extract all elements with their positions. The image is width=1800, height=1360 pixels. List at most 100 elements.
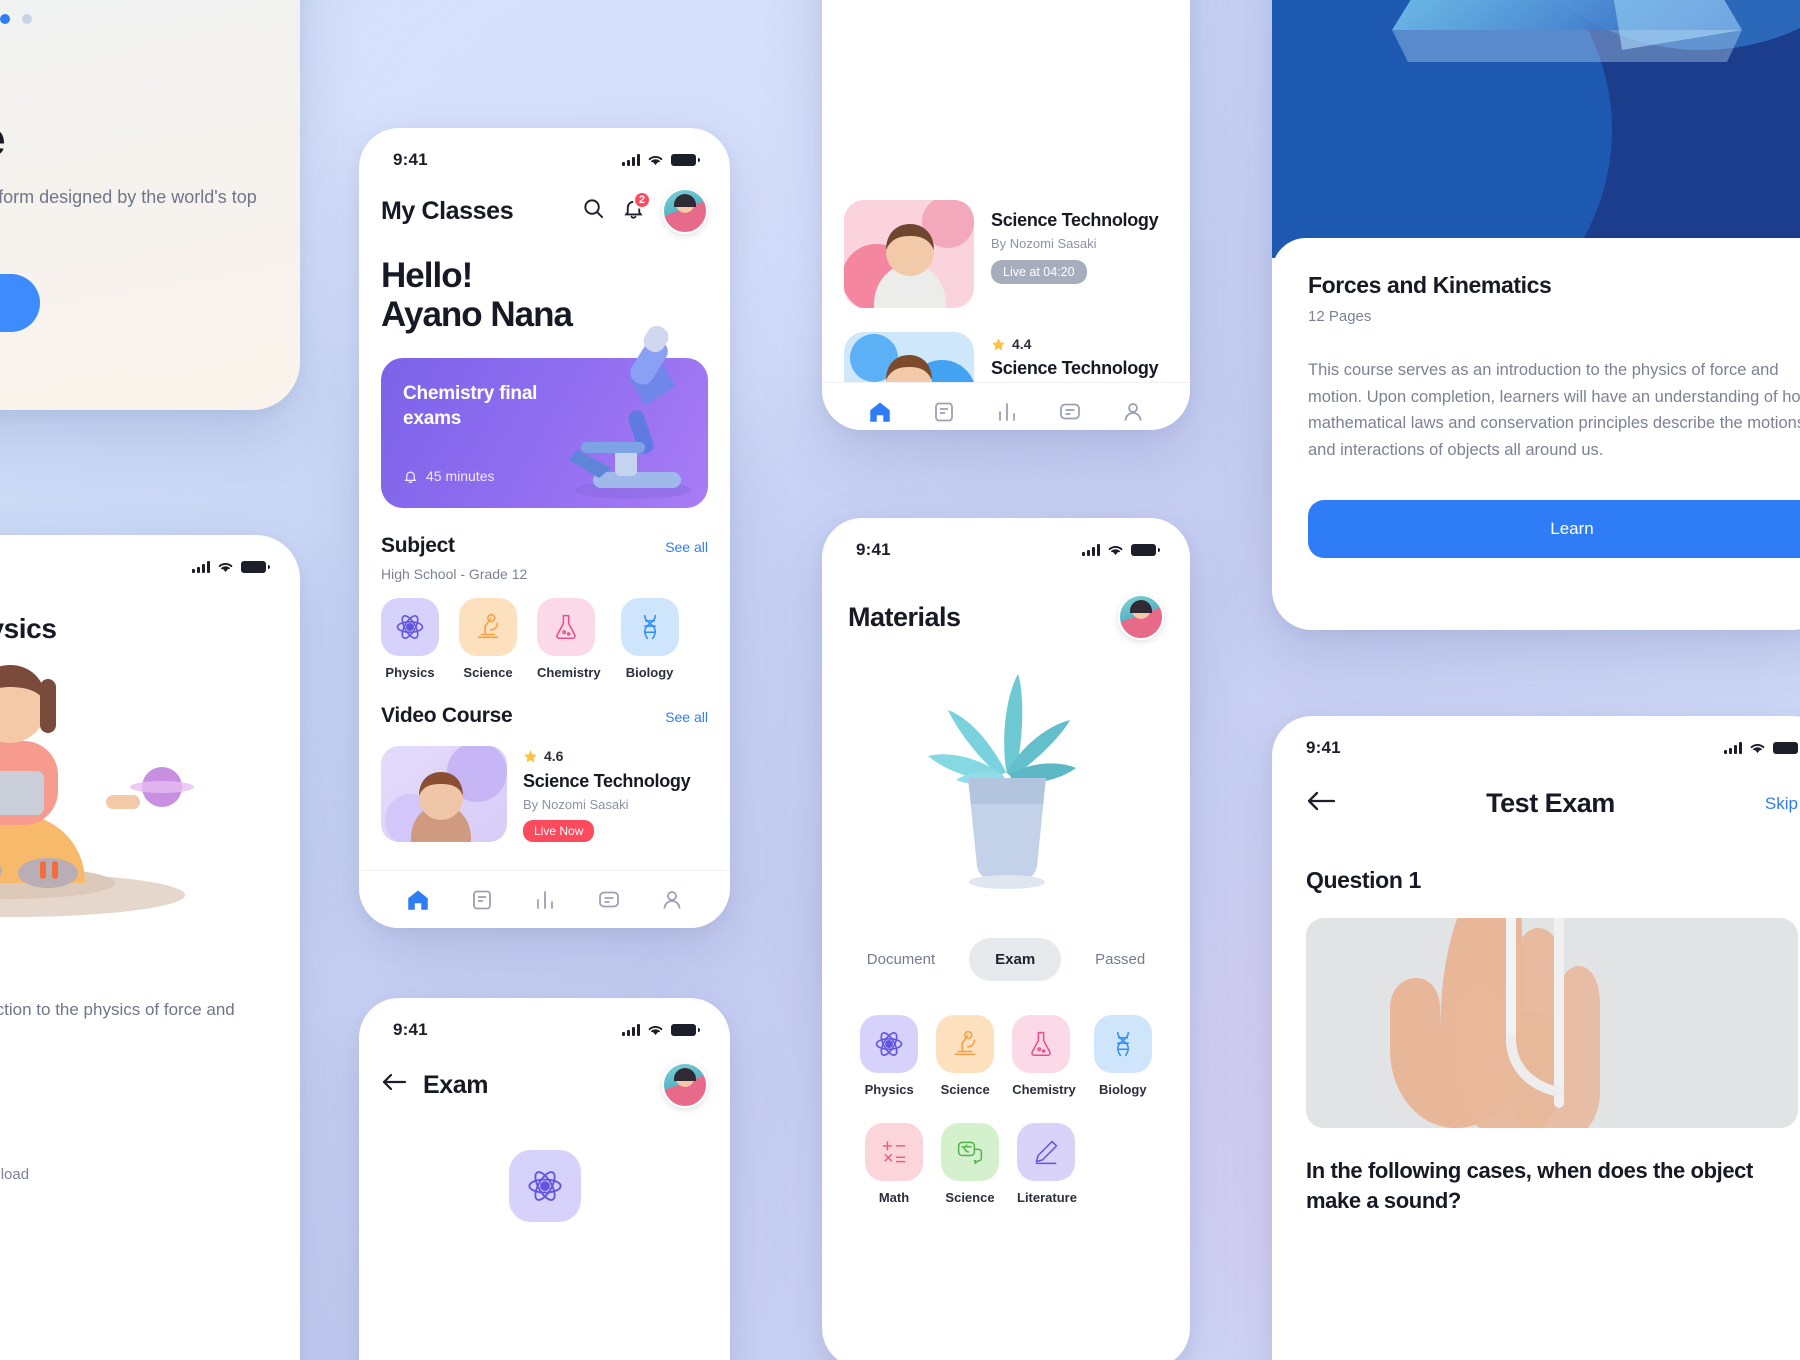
- student-3d-illustration: [0, 665, 194, 917]
- onboarding-title: Bring a fun atmosphere: [0, 66, 260, 164]
- course-title: Science Technology: [991, 358, 1159, 378]
- avatar[interactable]: [662, 188, 708, 234]
- subject-tile-science[interactable]: Science: [459, 598, 517, 680]
- subject-tile-biology[interactable]: Biology: [620, 598, 679, 680]
- subject-see-all[interactable]: See all: [665, 539, 708, 555]
- live-badge: Live Now: [523, 820, 595, 843]
- exam-banner-card[interactable]: Chemistry final exams 45 minutes: [381, 326, 708, 519]
- nav-chart-icon[interactable]: [995, 400, 1019, 429]
- back-arrow-icon[interactable]: [1306, 789, 1336, 818]
- nav-chat-icon[interactable]: [597, 888, 621, 917]
- materials-subject-row-2: Math Science Literature: [822, 1123, 1190, 1205]
- battery-icon: [1773, 742, 1800, 754]
- materials-screen: 9:41 Materials Document Exam Passed Phys…: [822, 518, 1190, 1360]
- detail-title: 15 Chapter + 5 Test Exam: [0, 1209, 260, 1231]
- subject-section: Subject See all High School - Grade 12 P…: [381, 534, 708, 680]
- question-image: [1306, 918, 1798, 1128]
- carousel-dots[interactable]: [0, 14, 300, 24]
- avatar[interactable]: [662, 1062, 708, 1108]
- wifi-icon: [217, 561, 234, 573]
- status-indicators: [1724, 742, 1800, 754]
- tab-passed[interactable]: Passed: [1069, 938, 1171, 981]
- tab-exam[interactable]: Exam: [969, 938, 1062, 981]
- dot-3[interactable]: [22, 14, 32, 24]
- subject-tile-label: Science: [463, 665, 513, 681]
- detail-subtitle: Each lesson will have a test: [0, 1238, 260, 1255]
- list-item[interactable]: Science Technology By Nozomi Sasaki Live…: [844, 200, 1168, 308]
- video-course-see-all[interactable]: See all: [665, 709, 708, 725]
- subject-tiles: Physics Science Chemistry Biology: [381, 598, 708, 680]
- star-icon: [524, 750, 537, 763]
- nav-chat-icon[interactable]: [1058, 400, 1082, 429]
- atom-icon: [381, 598, 439, 657]
- notifications-button[interactable]: 2: [622, 191, 651, 225]
- seated-student: [0, 665, 194, 899]
- nav-home-icon[interactable]: [405, 887, 431, 918]
- course-thumbnail: [844, 200, 974, 308]
- course-name: Advanced Physics: [0, 953, 300, 984]
- course-list-screen: Science Technology By Nozomi Sasaki Live…: [822, 0, 1190, 430]
- skip-button[interactable]: Skip: [1765, 794, 1798, 814]
- course-author: By Nozomi Sasaki: [523, 797, 629, 813]
- detail-row: 15 Chapter + 5 Test Exam Each lesson wil…: [0, 1209, 260, 1255]
- avatar[interactable]: [1118, 594, 1164, 640]
- microscope-icon: [936, 1015, 995, 1073]
- nav-profile-icon[interactable]: [1121, 400, 1145, 429]
- plant-3d-icon: [928, 674, 1076, 889]
- microscope-icon: [459, 598, 517, 657]
- back-arrow-icon[interactable]: [381, 1071, 407, 1100]
- subject-tile-label: Science: [940, 1082, 990, 1097]
- subject-tile-physics[interactable]: Physics: [860, 1015, 919, 1097]
- question-text: In the following cases, when does the ob…: [1306, 1158, 1753, 1213]
- video-course-item[interactable]: 4.6 Science Technology By Nozomi Sasaki …: [381, 746, 708, 843]
- star-icon: [992, 337, 1005, 350]
- battery-icon: [1131, 544, 1160, 556]
- wifi-icon: [647, 154, 664, 166]
- subject-tile-biology[interactable]: Biology: [1093, 1015, 1152, 1097]
- course-info: Science Technology By Nozomi Sasaki Live…: [991, 200, 1159, 308]
- bell-icon: [404, 471, 417, 484]
- nav-document-icon[interactable]: [470, 888, 494, 917]
- materials-tabs: Document Exam Passed: [822, 938, 1190, 981]
- nav-chart-icon[interactable]: [533, 888, 557, 917]
- subject-tile-science[interactable]: Science: [936, 1015, 995, 1097]
- page-count: 12 Pages: [1308, 308, 1372, 325]
- dna-icon: [1093, 1015, 1152, 1073]
- subject-tile-label: Physics: [385, 665, 435, 681]
- header-title: My Classes: [381, 196, 514, 225]
- nav-document-icon[interactable]: [932, 400, 956, 429]
- subject-tile-label: Math: [878, 1190, 910, 1205]
- subject-tile-chemistry[interactable]: Chemistry: [537, 598, 601, 680]
- battery-icon: [671, 1024, 700, 1036]
- page-title: Materials: [848, 601, 961, 632]
- flask-icon: [1012, 1015, 1071, 1073]
- nav-home-icon[interactable]: [867, 399, 893, 430]
- atom-icon: [860, 1015, 919, 1073]
- dot-2[interactable]: [0, 14, 10, 24]
- calculator-icon: [865, 1123, 923, 1181]
- status-indicators: [1082, 544, 1160, 556]
- course-thumbnail: [381, 746, 507, 843]
- exam-subject-tile-physics[interactable]: [508, 1150, 581, 1222]
- materials-header: Materials: [822, 564, 1190, 640]
- subject-tile-label: Biology: [1098, 1082, 1147, 1097]
- test-exam-screen: 9:41 Test Exam Skip Question 1 In the fo…: [1272, 716, 1800, 1360]
- dna-icon: [620, 598, 679, 657]
- get-started-button[interactable]: Get started: [0, 273, 40, 332]
- tab-document[interactable]: Document: [841, 938, 961, 981]
- plant-illustration: [822, 640, 1190, 910]
- nav-profile-icon[interactable]: [660, 888, 684, 917]
- onboarding-screen: Bring a fun atmosphere Is the first onli…: [0, 0, 300, 410]
- status-bar: 9:41: [822, 518, 1190, 564]
- search-icon[interactable]: [582, 197, 605, 225]
- subject-tile-literature[interactable]: Literature: [1017, 1123, 1077, 1205]
- subject-tile-chemistry[interactable]: Chemistry: [1012, 1015, 1076, 1097]
- detail-row: 18 online lectures Lectures can be viewd…: [0, 1137, 260, 1183]
- subject-tile-physics[interactable]: Physics: [381, 598, 439, 680]
- status-bar: 9:41: [359, 128, 730, 174]
- learn-button[interactable]: Learn: [1308, 499, 1800, 558]
- subject-tile-math[interactable]: Math: [865, 1123, 923, 1205]
- header-tools: 2: [582, 188, 708, 234]
- subject-tile-science-2[interactable]: Science: [941, 1123, 999, 1205]
- status-time: 9:41: [393, 1020, 428, 1039]
